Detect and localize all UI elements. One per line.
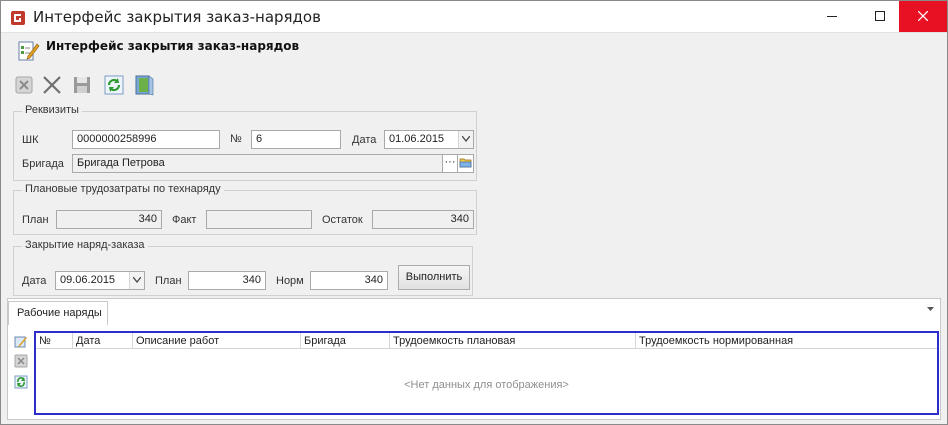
date-value: 01.06.2015 [389,133,445,145]
planned-fact-label: Факт [172,214,197,226]
execute-button[interactable]: Выполнить [398,265,470,290]
brigade-ellipsis-button[interactable]: ··· [442,154,458,173]
maximize-icon [875,11,885,21]
delete-icon [43,76,61,94]
shk-label: ШК [22,134,39,146]
work-orders-grid[interactable]: № Дата Описание работ Бригада Трудоемкос… [34,331,939,415]
closing-date-dropdown-button[interactable] [129,272,144,289]
date-combo[interactable]: 01.06.2015 [384,130,474,149]
closing-date-value: 09.06.2015 [60,274,116,286]
number-input[interactable]: 6 [251,130,341,149]
chevron-down-icon [462,136,470,142]
exit-icon [135,75,154,96]
main-window: Интерфейс закрытия заказ-нарядов Интерфе… [0,0,948,425]
save-button[interactable] [71,74,95,98]
number-label: № [230,133,242,145]
refresh-rows-icon[interactable] [14,375,28,389]
planned-group: Плановые трудозатраты по технаряду План … [13,183,477,235]
grid-column-header[interactable]: № [36,333,73,349]
brigade-label: Бригада [22,158,64,170]
tab-menu-arrow-icon[interactable] [927,307,934,312]
closing-date-combo[interactable]: 09.06.2015 [55,271,145,290]
closing-norm-input[interactable]: 340 [310,271,388,290]
refresh-button[interactable] [103,74,127,98]
closing-title: Закрытие наряд-заказа [22,239,148,251]
page-title: Интерфейс закрытия заказ-нарядов [46,39,300,53]
grid-column-header[interactable]: Дата [73,333,133,349]
closing-plan-input[interactable]: 340 [188,271,266,290]
refresh-icon [104,75,124,95]
tabs-panel: Рабочие наряды № Дата Описание работ Бри… [7,298,941,420]
brigade-input[interactable]: Бригада Петрова [72,154,446,173]
planned-plan-label: План [22,214,49,226]
closing-norm-label: Норм [276,275,304,287]
planned-rest-label: Остаток [322,214,363,226]
requisites-title: Реквизиты [22,104,82,116]
edit-row-icon[interactable] [14,335,28,349]
minimize-icon [827,16,837,17]
title-bar: Интерфейс закрытия заказ-нарядов [1,1,947,33]
grid-empty-message: <Нет данных для отображения> [404,379,569,391]
save-icon [74,77,90,93]
delete-button[interactable] [41,74,65,98]
app-logo-icon [11,11,25,25]
planned-fact-input[interactable] [206,210,312,229]
edit-document-icon [18,41,40,61]
cancel-icon [15,76,33,94]
exit-button[interactable] [133,74,157,98]
close-button[interactable] [899,1,947,32]
minimize-button[interactable] [809,1,855,32]
cancel-row-icon[interactable] [14,354,28,368]
grid-column-header[interactable]: Трудоемкость плановая [390,333,636,349]
date-label: Дата [352,134,377,146]
close-icon [917,10,929,22]
window-title: Интерфейс закрытия заказ-нарядов [33,8,321,26]
planned-title: Плановые трудозатраты по технаряду [22,183,224,195]
tab-work-orders[interactable]: Рабочие наряды [8,301,108,325]
brigade-folder-button[interactable] [457,154,474,173]
closing-group: Закрытие наряд-заказа Дата 09.06.2015 Пл… [13,239,473,296]
maximize-button[interactable] [857,1,903,32]
closing-date-label: Дата [22,275,47,287]
grid-column-header[interactable]: Бригада [301,333,390,349]
shk-input[interactable]: 0000000258996 [72,130,220,149]
planned-plan-input[interactable]: 340 [56,210,162,229]
chevron-down-icon [133,277,141,283]
folder-icon [459,158,472,168]
grid-column-header[interactable]: Описание работ [133,333,301,349]
cancel-button[interactable] [13,74,37,98]
date-dropdown-button[interactable] [458,131,473,148]
grid-column-header[interactable]: Трудоемкость нормированная [636,333,937,349]
closing-plan-label: План [155,275,182,287]
grid-header: № Дата Описание работ Бригада Трудоемкос… [36,333,937,349]
requisites-group: Реквизиты ШК 0000000258996 № 6 Дата 01.0… [13,104,477,181]
planned-rest-input[interactable]: 340 [372,210,474,229]
